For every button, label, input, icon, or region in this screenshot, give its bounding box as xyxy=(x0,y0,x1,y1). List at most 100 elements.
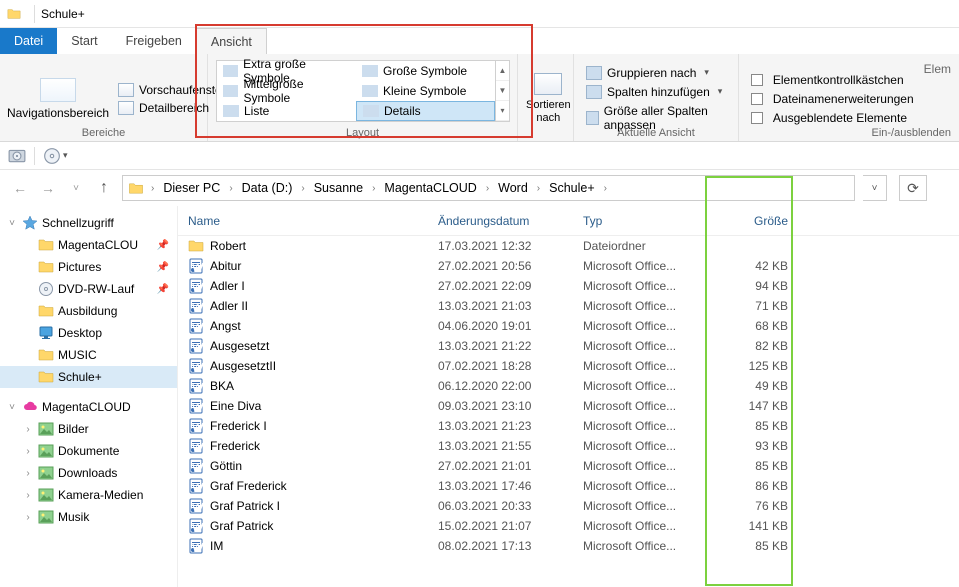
tab-datei[interactable]: Datei xyxy=(0,28,57,54)
crumb-data-d[interactable]: Data (D:) xyxy=(237,181,298,195)
file-row[interactable]: BKA06.12.2020 22:00Microsoft Office...49… xyxy=(178,376,959,396)
col-size[interactable]: Größe xyxy=(718,214,788,228)
col-name[interactable]: Name xyxy=(188,214,438,228)
layout-details[interactable]: Details xyxy=(356,101,495,121)
dateinamenerweiterungen-toggle[interactable]: Dateinamenerweiterungen xyxy=(747,91,918,107)
tree-magentacloud[interactable]: ˅ MagentaCLOUD xyxy=(0,396,177,418)
group-icon xyxy=(586,66,602,80)
doc-icon xyxy=(188,358,204,374)
layout-large[interactable]: Große Symbole xyxy=(356,61,495,81)
tree-item[interactable]: ›Dokumente xyxy=(0,440,177,462)
spalten-hinzufuegen-button[interactable]: Spalten hinzufügen▾ xyxy=(582,84,730,100)
expand-icon[interactable]: › xyxy=(22,512,34,523)
file-row[interactable]: Robert17.03.2021 12:32Dateiordner xyxy=(178,236,959,256)
expand-icon[interactable]: ˅ xyxy=(6,402,18,413)
expand-icon[interactable]: › xyxy=(22,424,34,435)
folder-icon xyxy=(38,509,54,525)
tab-ansicht[interactable]: Ansicht xyxy=(196,28,267,54)
disc-icon[interactable] xyxy=(43,147,61,165)
forward-button[interactable]: → xyxy=(38,180,58,196)
col-type[interactable]: Typ xyxy=(583,214,718,228)
file-row[interactable]: Graf Frederick13.03.2021 17:46Microsoft … xyxy=(178,476,959,496)
ribbon: Navigationsbereich Vorschaufenster Detai… xyxy=(0,54,959,142)
layout-gallery[interactable]: Extra große Symbole Große Symbole Mittel… xyxy=(216,60,496,122)
layout-medium[interactable]: Mittelgroße Symbole xyxy=(217,81,356,101)
file-row[interactable]: Graf Patrick I06.03.2021 20:33Microsoft … xyxy=(178,496,959,516)
folder-icon xyxy=(38,303,54,319)
doc-icon xyxy=(188,458,204,474)
checkbox-icon xyxy=(751,93,763,105)
file-row[interactable]: Angst04.06.2020 19:01Microsoft Office...… xyxy=(178,316,959,336)
back-button[interactable]: ← xyxy=(10,180,30,196)
tab-start[interactable]: Start xyxy=(57,28,111,54)
tree-item[interactable]: Pictures📌 xyxy=(0,256,177,278)
layout-list[interactable]: Liste xyxy=(217,101,356,121)
ausgeblendete-toggle[interactable]: Ausgeblendete Elemente xyxy=(747,110,918,126)
file-row[interactable]: Eine Diva09.03.2021 23:10Microsoft Offic… xyxy=(178,396,959,416)
up-button[interactable]: ↑ xyxy=(94,179,114,197)
folder-icon xyxy=(38,487,54,503)
address-dropdown[interactable]: ˅ xyxy=(863,175,887,201)
element-checkbox-toggle[interactable]: Elementkontrollkästchen xyxy=(747,72,918,88)
cloud-icon xyxy=(22,399,38,415)
file-row[interactable]: Abitur27.02.2021 20:56Microsoft Office..… xyxy=(178,256,959,276)
file-row[interactable]: Adler I27.02.2021 22:09Microsoft Office.… xyxy=(178,276,959,296)
nav-tree[interactable]: ˅ Schnellzugriff MagentaCLOU📌Pictures📌DV… xyxy=(0,206,178,587)
crumb-magentacloud[interactable]: MagentaCLOUD xyxy=(379,181,481,195)
chevron-down-icon[interactable]: ▾ xyxy=(63,150,68,161)
file-row[interactable]: Göttin27.02.2021 21:01Microsoft Office..… xyxy=(178,456,959,476)
chevron-down-icon: ▾ xyxy=(704,67,709,78)
file-row[interactable]: Frederick I13.03.2021 21:23Microsoft Off… xyxy=(178,416,959,436)
expand-icon[interactable]: › xyxy=(22,490,34,501)
tree-item[interactable]: ›Musik xyxy=(0,506,177,528)
file-list[interactable]: Name Änderungsdatum Typ Größe Robert17.0… xyxy=(178,206,959,587)
doc-icon xyxy=(188,258,204,274)
expand-icon[interactable]: › xyxy=(22,468,34,479)
checkbox-icon xyxy=(751,112,763,124)
folder-icon xyxy=(188,238,204,254)
crumb-schule[interactable]: Schule+ xyxy=(544,181,600,195)
file-row[interactable]: Adler II13.03.2021 21:03Microsoft Office… xyxy=(178,296,959,316)
file-row[interactable]: Ausgesetzt13.03.2021 21:22Microsoft Offi… xyxy=(178,336,959,356)
tree-item[interactable]: Schule+ xyxy=(0,366,177,388)
history-dropdown[interactable]: ˅ xyxy=(66,183,86,194)
gruppieren-nach-button[interactable]: Gruppieren nach▾ xyxy=(582,65,730,81)
doc-icon xyxy=(188,538,204,554)
disc-icon xyxy=(38,281,54,297)
drive-icon[interactable] xyxy=(8,147,26,165)
doc-icon xyxy=(188,318,204,334)
tree-item[interactable]: ›Downloads xyxy=(0,462,177,484)
tree-schnellzugriff[interactable]: ˅ Schnellzugriff xyxy=(0,212,177,234)
refresh-button[interactable]: ⟳ xyxy=(899,175,927,201)
layout-gallery-scroll[interactable]: ▲▼▾ xyxy=(496,60,510,122)
tree-item[interactable]: Ausbildung xyxy=(0,300,177,322)
sortieren-nach-button[interactable]: Sortieren nach xyxy=(526,58,571,139)
col-date[interactable]: Änderungsdatum xyxy=(438,214,583,228)
expand-icon[interactable]: › xyxy=(22,446,34,457)
crumb-word[interactable]: Word xyxy=(493,181,533,195)
large-icon xyxy=(362,65,378,77)
tree-item[interactable]: DVD-RW-Lauf📌 xyxy=(0,278,177,300)
layout-small[interactable]: Kleine Symbole xyxy=(356,81,495,101)
pin-icon: 📌 xyxy=(157,262,169,273)
file-row[interactable]: IM08.02.2021 17:13Microsoft Office...85 … xyxy=(178,536,959,556)
pin-icon: 📌 xyxy=(157,240,169,251)
expand-icon[interactable]: ˅ xyxy=(6,218,18,229)
folder-icon xyxy=(6,7,22,21)
file-row[interactable]: Frederick13.03.2021 21:55Microsoft Offic… xyxy=(178,436,959,456)
tab-freigeben[interactable]: Freigeben xyxy=(112,28,196,54)
tree-item[interactable]: Desktop xyxy=(0,322,177,344)
file-row[interactable]: AusgesetztII07.02.2021 18:28Microsoft Of… xyxy=(178,356,959,376)
tree-item[interactable]: ›Bilder xyxy=(0,418,177,440)
file-row[interactable]: Graf Patrick15.02.2021 21:07Microsoft Of… xyxy=(178,516,959,536)
tree-item[interactable]: MagentaCLOU📌 xyxy=(0,234,177,256)
crumb-susanne[interactable]: Susanne xyxy=(309,181,368,195)
tree-item[interactable]: ›Kamera-Medien xyxy=(0,484,177,506)
folder-icon xyxy=(38,347,54,363)
breadcrumb[interactable]: › Dieser PC› Data (D:)› Susanne› Magenta… xyxy=(122,175,855,201)
extra-large-icon xyxy=(223,65,238,77)
crumb-dieser-pc[interactable]: Dieser PC xyxy=(158,181,225,195)
column-headers[interactable]: Name Änderungsdatum Typ Größe xyxy=(178,206,959,236)
tree-item[interactable]: MUSIC xyxy=(0,344,177,366)
doc-icon xyxy=(188,278,204,294)
